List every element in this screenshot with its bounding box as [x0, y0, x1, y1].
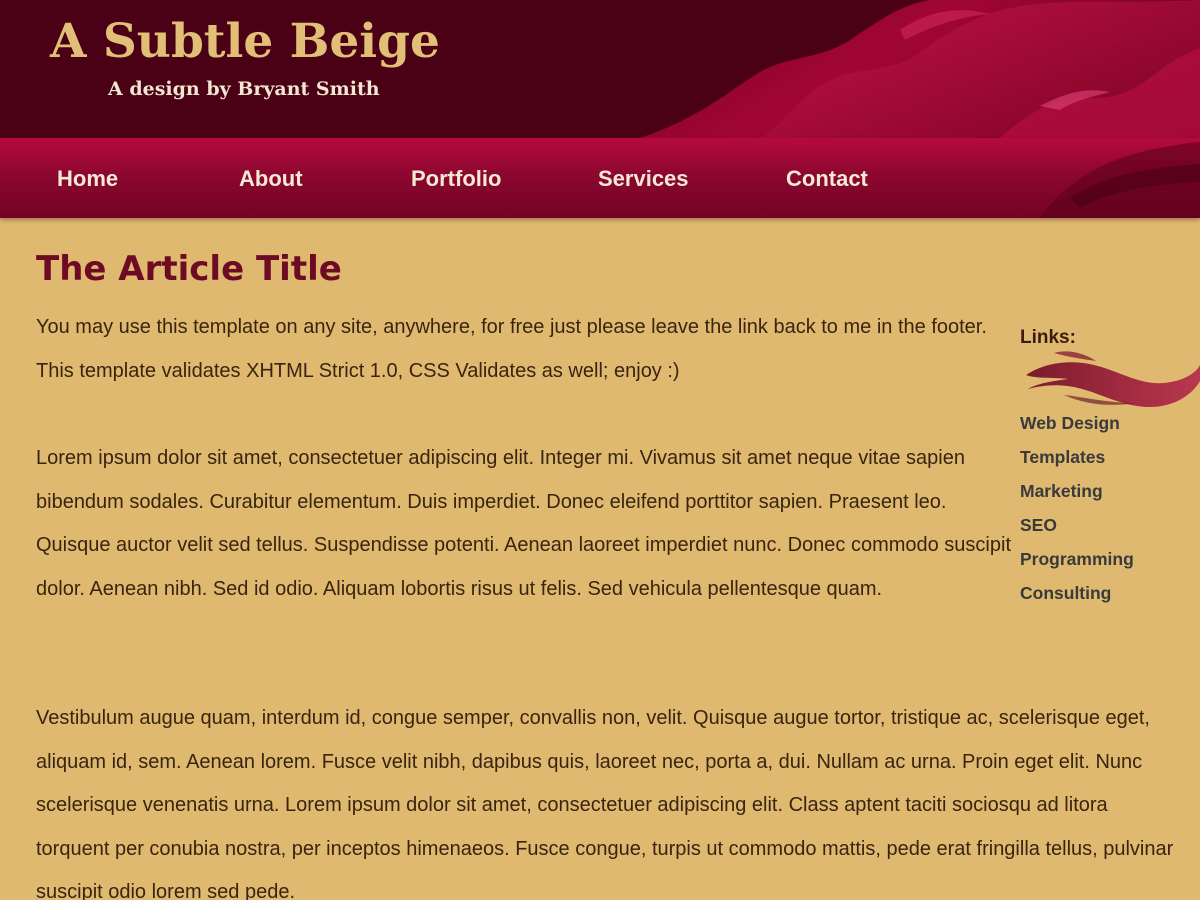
sidebar-link-item: Templates — [1020, 445, 1134, 479]
sidebar-link-item: SEO — [1020, 513, 1134, 547]
sidebar-link-item: Marketing — [1020, 479, 1134, 513]
sidebar-link-seo[interactable]: SEO — [1020, 515, 1057, 535]
site-header: A Subtle Beige A design by Bryant Smith — [0, 0, 1200, 138]
sidebar-link-templates[interactable]: Templates — [1020, 447, 1105, 467]
nav-link-about[interactable]: About — [239, 164, 303, 194]
sidebar-link-list: Web Design Templates Marketing SEO Progr… — [1020, 411, 1134, 615]
sidebar-link-programming[interactable]: Programming — [1020, 549, 1134, 569]
feather-swoosh-icon — [1026, 351, 1200, 407]
nav-link-home[interactable]: Home — [57, 164, 118, 194]
site-subtitle: A design by Bryant Smith — [108, 78, 380, 100]
site-title: A Subtle Beige — [50, 14, 440, 69]
nav-link-contact[interactable]: Contact — [786, 164, 868, 194]
sidebar-link-item: Programming — [1020, 547, 1134, 581]
nav-link-services[interactable]: Services — [598, 164, 689, 194]
page: A Subtle Beige A design by Bryant Smith … — [0, 0, 1200, 900]
article-paragraph: Lorem ipsum dolor sit amet, consectetuer… — [36, 447, 1011, 600]
sidebar-link-consulting[interactable]: Consulting — [1020, 583, 1111, 603]
main-navigation: Home About Portfolio Services Contact — [0, 138, 1200, 218]
article: The Article Title You may use this templ… — [36, 245, 1186, 900]
sidebar-link-marketing[interactable]: Marketing — [1020, 481, 1103, 501]
article-paragraph: Vestibulum augue quam, interdum id, cong… — [36, 707, 1174, 900]
sidebar-link-item: Web Design — [1020, 411, 1134, 445]
sidebar: Links: Web Design Templates Marketing SE… — [1020, 323, 1200, 623]
article-paragraph: You may use this template on any site, a… — [36, 316, 987, 382]
sidebar-link-item: Consulting — [1020, 581, 1134, 615]
article-title: The Article Title — [36, 249, 342, 289]
sidebar-link-web-design[interactable]: Web Design — [1020, 413, 1120, 433]
nav-link-portfolio[interactable]: Portfolio — [411, 164, 501, 194]
